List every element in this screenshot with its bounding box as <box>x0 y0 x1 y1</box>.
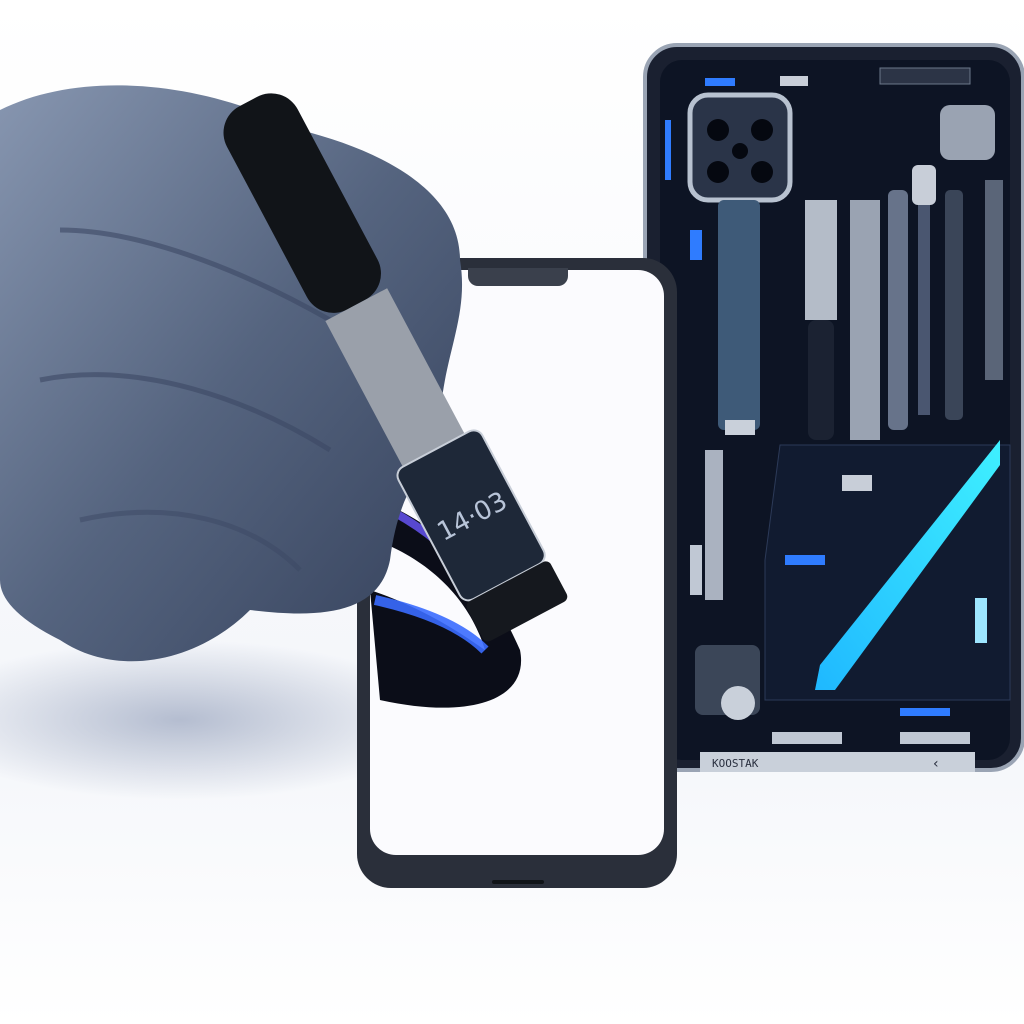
camera-module-icon <box>687 92 793 203</box>
phone-repair-scene: KOOSTAK ‹ 14·03 <box>0 0 1024 1024</box>
back-chevron-icon: ‹ <box>933 756 939 772</box>
disassembled-phone: KOOSTAK ‹ <box>643 43 1024 772</box>
phone-brand-label: KOOSTAK <box>712 757 759 770</box>
